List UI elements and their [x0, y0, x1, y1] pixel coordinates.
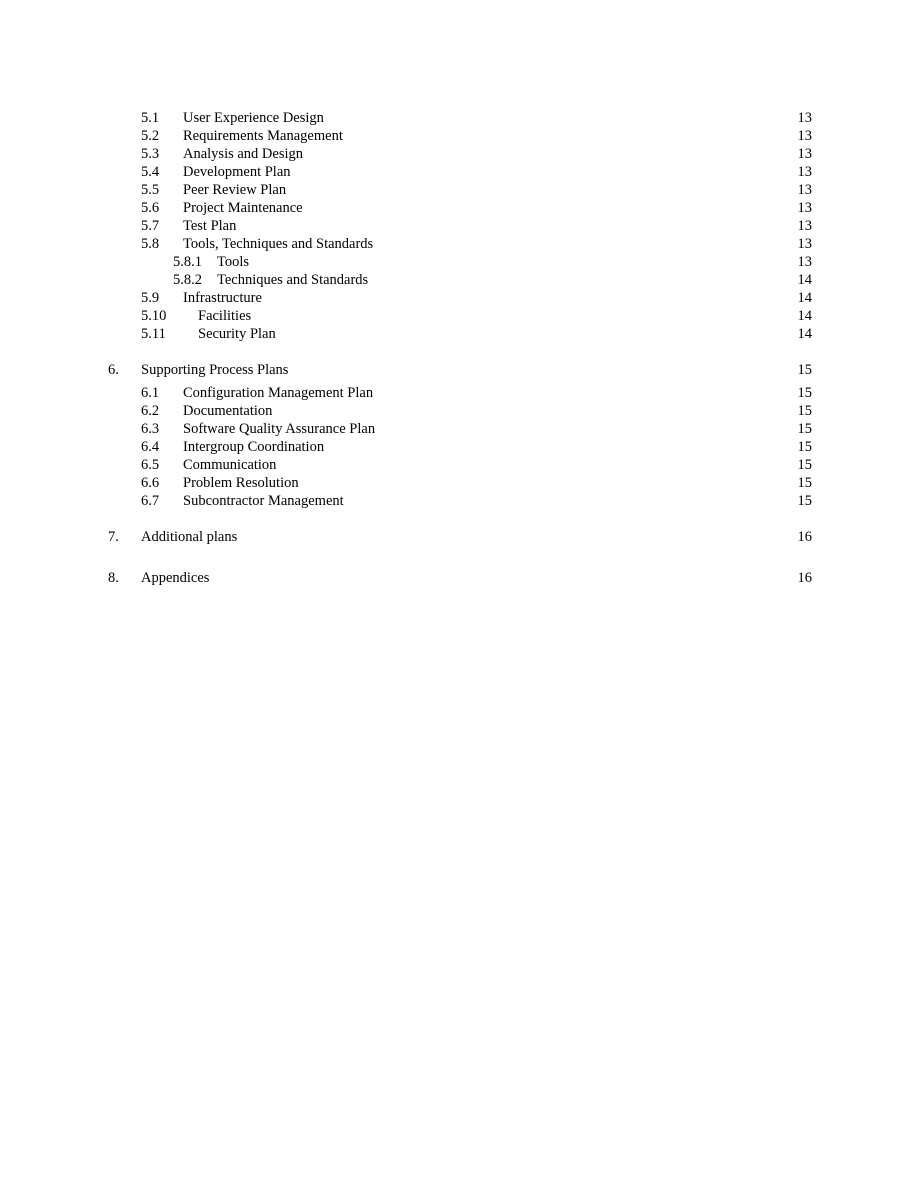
toc-title: Supporting Process Plans	[141, 362, 289, 378]
toc-page: 13	[797, 254, 813, 270]
toc-title: Infrastructure	[183, 290, 262, 306]
toc-number: 8.	[108, 570, 119, 586]
toc-entry[interactable]: 5.4 Development Plan 13	[0, 163, 920, 181]
toc-entry[interactable]: 5.1 User Experience Design 13	[0, 109, 920, 127]
toc-entry[interactable]: 8. Appendices 16	[0, 569, 920, 587]
toc-title: Project Maintenance	[183, 200, 303, 216]
toc-title: Test Plan	[183, 218, 237, 234]
toc-title: Additional plans	[141, 529, 238, 545]
toc-number: 6.2	[141, 403, 160, 419]
toc-entry[interactable]: 6.5 Communication 15	[0, 456, 920, 474]
toc-title: Subcontractor Management	[183, 493, 344, 509]
toc-number: 6.7	[141, 493, 160, 509]
toc-title: Development Plan	[183, 164, 291, 180]
toc-entry[interactable]: 6.6 Problem Resolution 15	[0, 474, 920, 492]
toc-number: 5.5	[141, 182, 160, 198]
toc-page: 15	[797, 439, 813, 455]
toc-number: 5.4	[141, 164, 160, 180]
toc-entry[interactable]: 6. Supporting Process Plans 15	[0, 361, 920, 379]
toc-number: 5.3	[141, 146, 160, 162]
toc-title: Requirements Management	[183, 128, 343, 144]
toc-page: 15	[797, 493, 813, 509]
toc-page: 13	[797, 128, 813, 144]
toc-entry[interactable]: 6.1 Configuration Management Plan 15	[0, 384, 920, 402]
toc-entry[interactable]: 6.7 Subcontractor Management 15	[0, 492, 920, 510]
toc-entry[interactable]: 6.3 Software Quality Assurance Plan 15	[0, 420, 920, 438]
toc-entry[interactable]: 5.7 Test Plan 13	[0, 217, 920, 235]
toc-page: 13	[797, 182, 813, 198]
toc-entry[interactable]: 5.10 Facilities 14	[0, 307, 920, 325]
toc-number: 6.6	[141, 475, 160, 491]
toc-title: Peer Review Plan	[183, 182, 287, 198]
toc-number: 5.9	[141, 290, 160, 306]
toc-title: Intergroup Coordination	[183, 439, 325, 455]
toc-page: 13	[797, 218, 813, 234]
toc-number: 5.8.1	[173, 254, 202, 270]
toc-number: 5.2	[141, 128, 160, 144]
toc-entry[interactable]: 5.5 Peer Review Plan 13	[0, 181, 920, 199]
toc-entry[interactable]: 5.2 Requirements Management 13	[0, 127, 920, 145]
toc-title: Techniques and Standards	[217, 272, 369, 288]
toc-page: 16	[797, 570, 813, 586]
toc-entry[interactable]: 5.3 Analysis and Design 13	[0, 145, 920, 163]
toc-page: 16	[797, 529, 813, 545]
toc-page: 13	[797, 164, 813, 180]
toc-page: 13	[797, 146, 813, 162]
toc-entry[interactable]: 5.8 Tools, Techniques and Standards 13	[0, 235, 920, 253]
toc-number: 5.11	[141, 326, 166, 342]
toc-page: 13	[797, 200, 813, 216]
toc-page: 13	[797, 110, 813, 126]
toc-number: 5.8	[141, 236, 160, 252]
toc-number: 6.3	[141, 421, 160, 437]
toc-page: 15	[797, 385, 813, 401]
toc-page: 13	[797, 236, 813, 252]
toc-page: 15	[797, 362, 813, 378]
toc-page: 15	[797, 403, 813, 419]
toc-title: Communication	[183, 457, 277, 473]
toc-page: 14	[797, 290, 813, 306]
toc-number: 7.	[108, 529, 119, 545]
toc-number: 6.5	[141, 457, 160, 473]
toc-title: Facilities	[198, 308, 252, 324]
toc-entry[interactable]: 5.6 Project Maintenance 13	[0, 199, 920, 217]
toc-number: 5.10	[141, 308, 167, 324]
toc-number: 6.4	[141, 439, 160, 455]
toc-title: Appendices	[141, 570, 210, 586]
toc-entry[interactable]: 6.2 Documentation 15	[0, 402, 920, 420]
toc-page: 14	[797, 326, 813, 342]
toc-title: Analysis and Design	[183, 146, 304, 162]
toc-title: Tools, Techniques and Standards	[183, 236, 374, 252]
toc-title: Software Quality Assurance Plan	[183, 421, 376, 437]
toc-number: 6.1	[141, 385, 160, 401]
toc-number: 6.	[108, 362, 119, 378]
toc-page: 14	[797, 272, 813, 288]
toc-page: 15	[797, 421, 813, 437]
toc-entry[interactable]: 6.4 Intergroup Coordination 15	[0, 438, 920, 456]
toc-title: Configuration Management Plan	[183, 385, 374, 401]
toc-entry[interactable]: 5.8.2 Techniques and Standards 14	[0, 271, 920, 289]
toc-entry[interactable]: 7. Additional plans 16	[0, 528, 920, 546]
toc-number: 5.8.2	[173, 272, 202, 288]
toc-entry[interactable]: 5.9 Infrastructure 14	[0, 289, 920, 307]
toc-entry[interactable]: 5.11 Security Plan 14	[0, 325, 920, 343]
toc-page: 15	[797, 475, 813, 491]
toc-number: 5.1	[141, 110, 160, 126]
toc-number: 5.6	[141, 200, 160, 216]
toc-page: 14	[797, 308, 813, 324]
toc-title: Problem Resolution	[183, 475, 299, 491]
toc-title: User Experience Design	[183, 110, 324, 126]
toc-number: 5.7	[141, 218, 160, 234]
toc-title: Tools	[217, 254, 250, 270]
toc-title: Security Plan	[198, 326, 276, 342]
toc-title: Documentation	[183, 403, 273, 419]
toc-entry[interactable]: 5.8.1 Tools 13	[0, 253, 920, 271]
toc-page: 15	[797, 457, 813, 473]
